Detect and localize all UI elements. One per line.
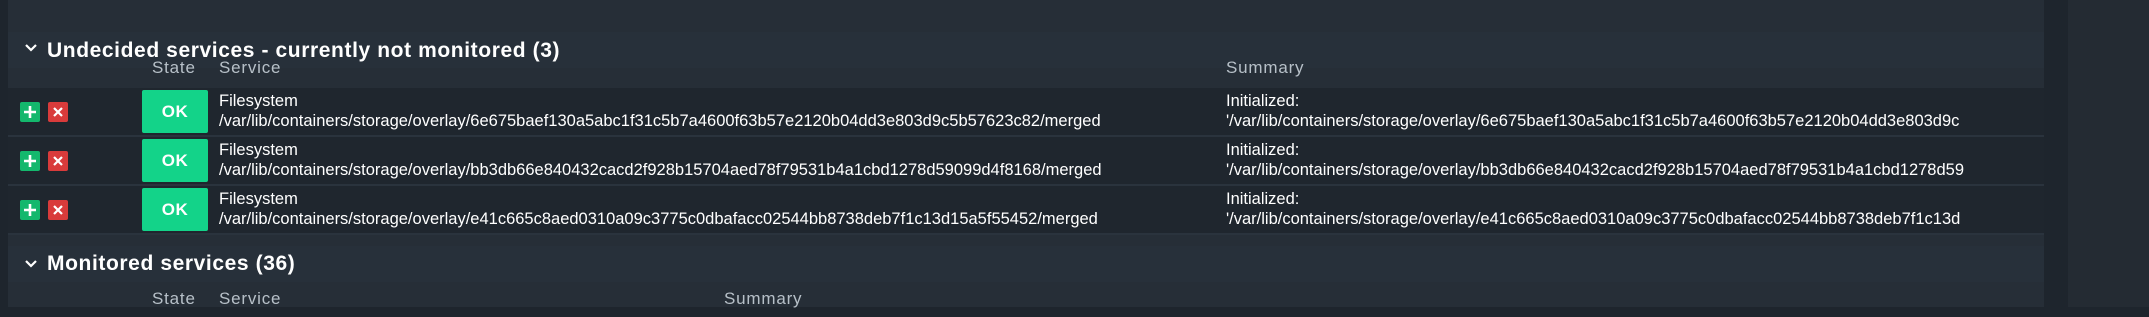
service-row: OK Filesystem /var/lib/containers/storag… <box>8 88 2044 137</box>
service-name-line1: Filesystem <box>219 190 298 208</box>
column-header-state[interactable]: State <box>152 289 196 317</box>
service-name-line2: /var/lib/containers/storage/overlay/bb3d… <box>219 161 1102 179</box>
status-badge: OK <box>142 90 208 133</box>
column-header-state[interactable]: State <box>152 58 196 86</box>
plus-icon <box>24 106 36 118</box>
add-service-button[interactable] <box>20 151 40 171</box>
column-header-summary[interactable]: Summary <box>724 289 802 317</box>
status-badge: OK <box>142 139 208 182</box>
undecided-section-header[interactable]: Undecided services - currently not monit… <box>8 32 2044 68</box>
close-icon <box>53 107 63 117</box>
summary-line2: '/var/lib/containers/storage/overlay/e41… <box>1226 210 1961 228</box>
plus-icon <box>24 155 36 167</box>
add-service-button[interactable] <box>20 102 40 122</box>
monitored-section-header[interactable]: Monitored services (36) <box>8 246 2044 282</box>
service-row: OK Filesystem /var/lib/containers/storag… <box>8 186 2044 235</box>
chevron-down-icon[interactable] <box>21 38 41 58</box>
remove-service-button[interactable] <box>48 102 68 122</box>
service-name: Filesystem /var/lib/containers/storage/o… <box>219 91 1209 131</box>
service-name-line2: /var/lib/containers/storage/overlay/e41c… <box>219 210 1098 228</box>
column-header-summary[interactable]: Summary <box>1226 58 1304 86</box>
service-summary: Initialized: '/var/lib/containers/storag… <box>1226 91 2044 131</box>
service-name-line1: Filesystem <box>219 141 298 159</box>
service-row: OK Filesystem /var/lib/containers/storag… <box>8 137 2044 186</box>
undecided-section-title: Undecided services - currently not monit… <box>47 39 561 62</box>
summary-line1: Initialized: <box>1226 141 1300 159</box>
service-name-line2: /var/lib/containers/storage/overlay/6e67… <box>219 112 1101 130</box>
remove-service-button[interactable] <box>48 151 68 171</box>
service-discovery-page: Undecided services - currently not monit… <box>0 0 2149 308</box>
summary-line1: Initialized: <box>1226 92 1300 110</box>
service-summary: Initialized: '/var/lib/containers/storag… <box>1226 189 2044 229</box>
add-service-button[interactable] <box>20 200 40 220</box>
column-header-service[interactable]: Service <box>219 58 281 86</box>
status-badge: OK <box>142 188 208 231</box>
service-name: Filesystem /var/lib/containers/storage/o… <box>219 140 1209 180</box>
plus-icon <box>24 204 36 216</box>
service-summary: Initialized: '/var/lib/containers/storag… <box>1226 140 2044 180</box>
close-icon <box>53 205 63 215</box>
summary-line2: '/var/lib/containers/storage/overlay/6e6… <box>1226 112 1960 130</box>
remove-service-button[interactable] <box>48 200 68 220</box>
column-header-service[interactable]: Service <box>219 289 281 317</box>
summary-line2: '/var/lib/containers/storage/overlay/bb3… <box>1226 161 1965 179</box>
monitored-section-title: Monitored services (36) <box>47 252 296 275</box>
summary-line1: Initialized: <box>1226 190 1300 208</box>
monitored-services-section: Monitored services (36) <box>8 246 2044 307</box>
chevron-down-icon[interactable] <box>21 254 41 274</box>
service-name-line1: Filesystem <box>219 92 298 110</box>
right-gutter <box>2068 0 2149 307</box>
close-icon <box>53 156 63 166</box>
service-name: Filesystem /var/lib/containers/storage/o… <box>219 189 1209 229</box>
